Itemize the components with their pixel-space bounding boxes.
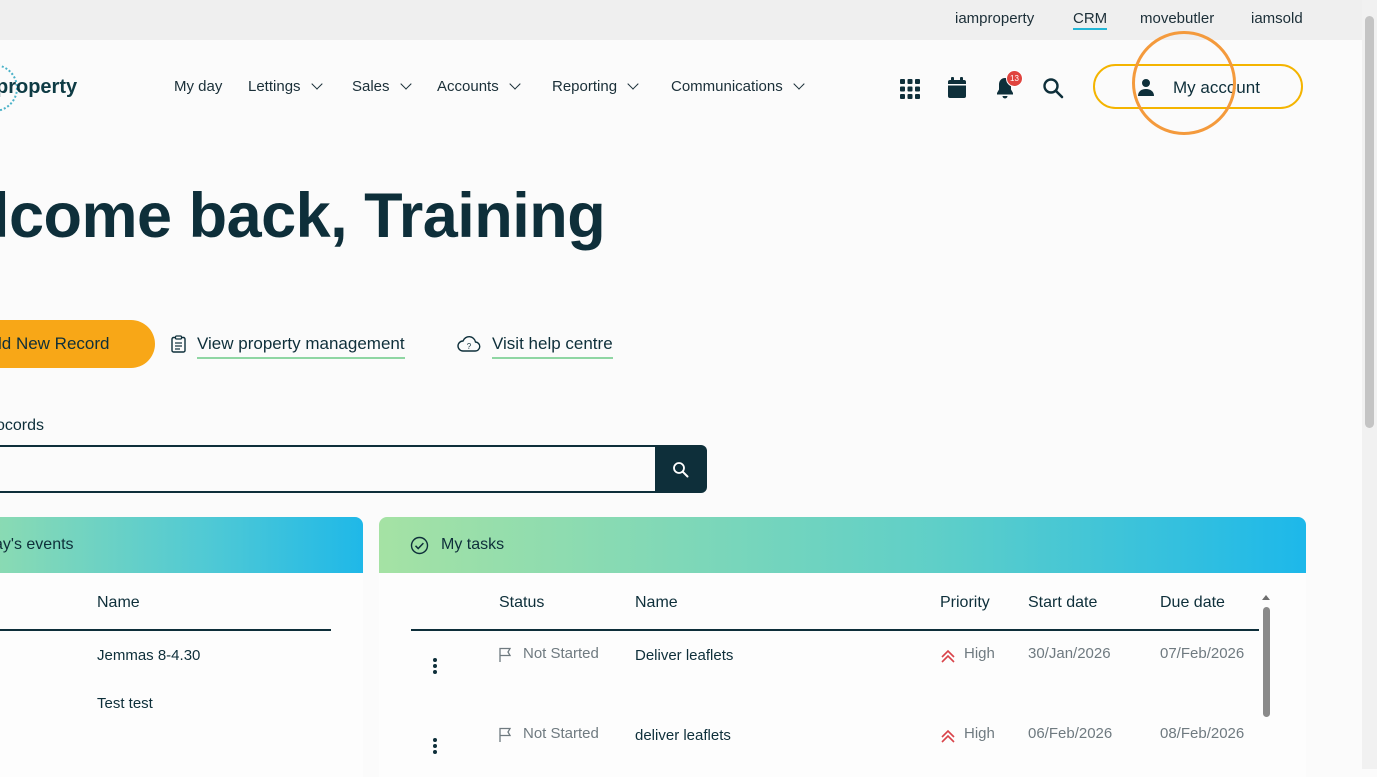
nav-label: Lettings bbox=[248, 78, 301, 95]
search-submit-button[interactable] bbox=[655, 445, 707, 493]
events-column-name: Name bbox=[97, 594, 140, 611]
task-actions-menu-icon[interactable] bbox=[433, 658, 437, 676]
task-status: Not Started bbox=[523, 645, 599, 662]
calendar-icon[interactable] bbox=[945, 76, 969, 100]
product-switcher-bar: iamproperty CRM movebutler iamsold bbox=[0, 0, 1362, 40]
view-property-management-link[interactable]: View property management bbox=[197, 334, 405, 359]
product-link-crm[interactable]: CRM bbox=[1073, 10, 1108, 30]
product-link-iamproperty[interactable]: iamproperty bbox=[955, 10, 1034, 27]
cloud-help-icon: ? bbox=[457, 336, 481, 352]
nav-label: Communications bbox=[671, 78, 783, 95]
flag-icon bbox=[499, 727, 512, 742]
flag-icon bbox=[499, 647, 512, 662]
nav-label: My day bbox=[174, 78, 223, 95]
search-icon[interactable] bbox=[1041, 76, 1065, 100]
tasks-column-priority[interactable]: Priority bbox=[940, 594, 990, 612]
todays-events-title: ay's events bbox=[0, 536, 74, 553]
priority-high-icon bbox=[941, 649, 955, 663]
task-due-date: 07/Feb/2026 bbox=[1160, 645, 1245, 662]
task-actions-menu-icon[interactable] bbox=[433, 738, 437, 756]
tasks-column-start-date[interactable]: Start date bbox=[1028, 594, 1097, 612]
nav-lettings[interactable]: Lettings bbox=[248, 78, 323, 95]
tasks-column-due-date[interactable]: Due date bbox=[1160, 594, 1225, 612]
page-scrollbar-thumb[interactable] bbox=[1365, 16, 1374, 428]
event-row-name[interactable]: Test test bbox=[97, 695, 153, 712]
search-icon bbox=[673, 462, 689, 478]
search-records-input[interactable] bbox=[0, 445, 656, 493]
logo[interactable]: property bbox=[0, 76, 77, 99]
add-new-record-label: ld New Record bbox=[0, 334, 110, 353]
apps-grid-icon[interactable] bbox=[898, 77, 922, 101]
nav-label: Reporting bbox=[552, 78, 618, 95]
nav-communications[interactable]: Communications bbox=[671, 78, 805, 95]
product-link-iamsold[interactable]: iamsold bbox=[1251, 10, 1303, 27]
scroll-up-arrow-icon[interactable] bbox=[1261, 593, 1271, 601]
clipboard-icon bbox=[171, 335, 186, 353]
my-tasks-header: My tasks bbox=[379, 517, 1306, 573]
events-header-divider bbox=[0, 629, 331, 631]
task-priority: High bbox=[964, 645, 995, 662]
product-link-movebutler[interactable]: movebutler bbox=[1140, 10, 1214, 27]
priority-high-icon bbox=[941, 729, 955, 743]
todays-events-header: ay's events bbox=[0, 517, 363, 573]
my-tasks-title: My tasks bbox=[441, 536, 505, 553]
page-title: lcome back, Training bbox=[0, 181, 606, 251]
notification-count-badge: 13 bbox=[1006, 70, 1023, 87]
click-highlight-ring bbox=[1132, 31, 1236, 135]
visit-help-centre-link[interactable]: Visit help centre bbox=[492, 334, 613, 359]
task-due-date: 08/Feb/2026 bbox=[1160, 725, 1245, 742]
task-start-date: 30/Jan/2026 bbox=[1028, 645, 1111, 662]
tasks-column-name[interactable]: Name bbox=[635, 594, 678, 612]
task-name[interactable]: deliver leaflets bbox=[635, 727, 731, 744]
nav-label: Accounts bbox=[437, 78, 499, 95]
nav-my-day[interactable]: My day bbox=[174, 78, 222, 95]
svg-text:?: ? bbox=[467, 342, 472, 351]
task-name[interactable]: Deliver leaflets bbox=[635, 647, 733, 664]
task-status: Not Started bbox=[523, 725, 599, 742]
nav-reporting[interactable]: Reporting bbox=[552, 78, 639, 95]
chevron-down-icon bbox=[509, 78, 521, 90]
search-records-label: ocords bbox=[0, 417, 45, 434]
chevron-down-icon bbox=[793, 78, 805, 90]
tasks-column-status[interactable]: Status bbox=[499, 594, 544, 612]
tasks-scrollbar-thumb[interactable] bbox=[1263, 607, 1270, 717]
chevron-down-icon bbox=[627, 78, 639, 90]
chevron-down-icon bbox=[399, 78, 412, 90]
nav-accounts[interactable]: Accounts bbox=[437, 78, 521, 95]
nav-sales[interactable]: Sales bbox=[352, 78, 412, 95]
tasks-header-divider bbox=[411, 629, 1259, 631]
check-circle-icon bbox=[410, 536, 429, 555]
task-priority: High bbox=[964, 725, 995, 742]
event-row-name[interactable]: Jemmas 8-4.30 bbox=[97, 647, 200, 664]
chevron-down-icon bbox=[310, 78, 323, 90]
add-new-record-button[interactable]: ld New Record bbox=[0, 320, 155, 368]
nav-label: Sales bbox=[352, 78, 390, 95]
task-start-date: 06/Feb/2026 bbox=[1028, 725, 1113, 742]
